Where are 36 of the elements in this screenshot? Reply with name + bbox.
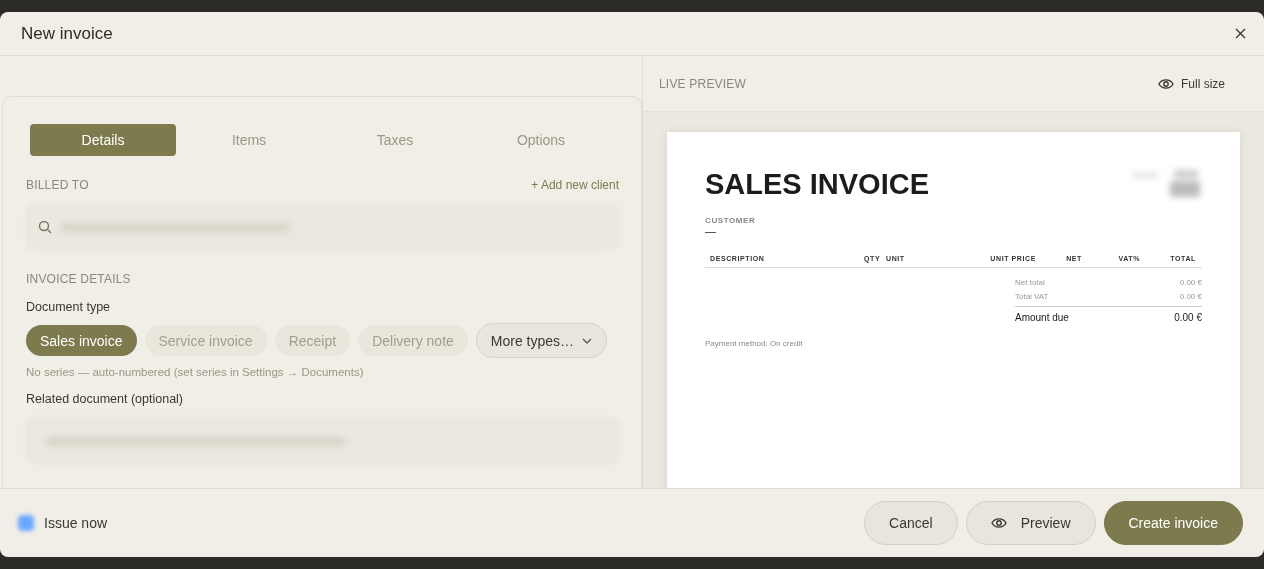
full-size-button[interactable]: Full size (1152, 75, 1231, 92)
create-button[interactable]: Create invoice (1103, 501, 1243, 545)
document-type-chip[interactable]: Sales invoice (26, 325, 137, 356)
field-label: Related document (optional) (26, 392, 185, 406)
chevron-down-icon (582, 337, 593, 344)
add-client-link[interactable]: + Add new client (531, 178, 619, 192)
field-label: Document type (26, 300, 112, 314)
total-label: Net total (1015, 278, 1045, 287)
customer-label: CUSTOMER (705, 216, 757, 225)
tab[interactable]: Taxes (322, 124, 468, 156)
checkbox[interactable] (18, 515, 34, 531)
eye-icon (1158, 77, 1174, 90)
document-type-chip[interactable]: Service invoice (144, 325, 267, 356)
invoice-title: SALES INVOICE (705, 168, 929, 202)
tab[interactable]: Items (176, 124, 322, 156)
window-title: New invoice (21, 23, 113, 44)
total-value: 0.00 € (1179, 292, 1202, 301)
eye-icon (990, 517, 1007, 529)
more-types-dropdown[interactable]: More types… (475, 323, 608, 358)
preview-button[interactable]: Preview (965, 501, 1096, 545)
cancel-button[interactable]: Cancel (864, 501, 958, 545)
amount-due-label: Amount due (1015, 312, 1069, 323)
tab[interactable]: Details (30, 124, 176, 156)
total-value: 0.00 € (1179, 278, 1202, 287)
section-label: INVOICE DETAILS (26, 272, 131, 286)
checkbox-label: Issue now (44, 515, 108, 531)
section-label: BILLED TO (26, 178, 89, 192)
amount-due-value: 0.00 € (1174, 312, 1202, 323)
total-label: Total VAT (1015, 292, 1049, 301)
customer-value: — (705, 225, 717, 237)
tab[interactable]: Options (468, 124, 614, 156)
series-note: No series — auto-numbered (set series in Settings → Documents) (26, 366, 365, 378)
preview-label: LIVE PREVIEW (659, 76, 747, 91)
search-icon (38, 220, 52, 234)
payment-method: Payment method: On credit (705, 339, 804, 348)
close-icon[interactable] (1235, 28, 1246, 39)
